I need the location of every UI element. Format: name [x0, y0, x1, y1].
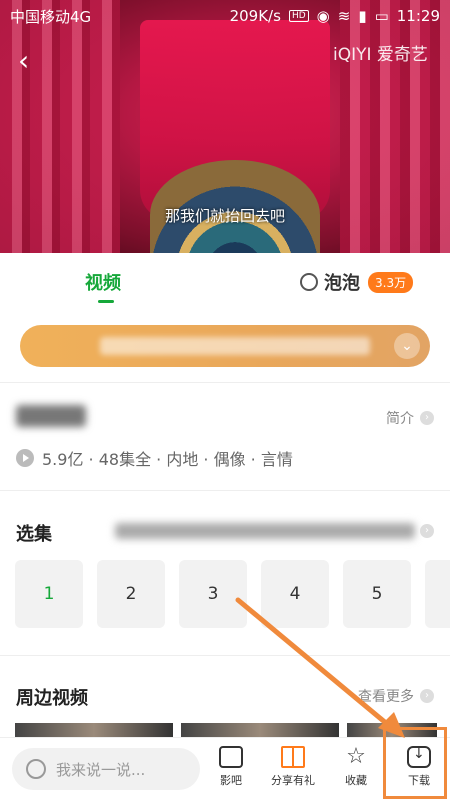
episodes-title: 选集	[16, 524, 52, 545]
favorite-button[interactable]: ☆ 收藏	[325, 746, 387, 788]
view-more-label: 查看更多	[358, 689, 414, 705]
intro-label: 简介	[386, 411, 414, 427]
forum-button[interactable]: 影吧	[200, 746, 262, 788]
brand-logo: iQIYI 爱奇艺	[333, 45, 428, 65]
network-speed: 209K/s	[229, 7, 281, 25]
brand-name: 爱奇艺	[376, 45, 428, 65]
share-button[interactable]: 分享有礼	[262, 746, 324, 788]
comment-placeholder: 我来说一说...	[56, 760, 146, 779]
related-title: 周边视频	[16, 688, 88, 709]
star-icon: ☆	[346, 744, 366, 769]
forum-label: 影吧	[220, 774, 242, 787]
forum-icon	[219, 746, 243, 768]
battery-icon: ▭	[374, 7, 389, 25]
play-count-icon	[16, 449, 34, 467]
chevron-down-icon: ⌄	[394, 333, 420, 359]
clock-time: 11:29	[396, 7, 440, 25]
status-icons: 209K/s HD ◉ ≋ ▮ ▭ 11:29	[230, 7, 440, 25]
chevron-right-icon: ›	[420, 689, 434, 703]
emoji-icon	[26, 759, 46, 779]
vip-promo-banner[interactable]: ⌄	[20, 325, 430, 367]
gift-icon	[281, 746, 305, 768]
episode-item[interactable]: 1	[15, 560, 83, 628]
view-more-link[interactable]: 查看更多 ›	[358, 686, 434, 706]
comment-input[interactable]: 我来说一说...	[12, 748, 200, 790]
show-meta: 5.9亿 · 48集全 · 内地 · 偶像 · 言情	[16, 446, 293, 470]
episode-item-partial[interactable]	[425, 560, 450, 628]
episode-item[interactable]: 3	[179, 560, 247, 628]
chevron-right-icon[interactable]: ›	[420, 524, 434, 538]
tab-video[interactable]: 视频	[85, 269, 121, 295]
promo-text-redacted	[100, 337, 370, 355]
video-player[interactable]: 中国移动4G 209K/s HD ◉ ≋ ▮ ▭ 11:29 ‹ iQIYI 爱…	[0, 0, 450, 253]
hd-icon: HD	[288, 10, 309, 22]
divider	[0, 382, 450, 383]
eye-icon: ◉	[316, 7, 330, 25]
episode-item[interactable]: 5	[343, 560, 411, 628]
episode-list: 1 2 3 4 5	[15, 560, 450, 628]
show-meta-text: 5.9亿 · 48集全 · 内地 · 偶像 · 言情	[42, 450, 293, 469]
favorite-label: 收藏	[345, 774, 367, 787]
tab-active-indicator	[98, 300, 114, 303]
paopao-count-badge: 3.3万	[368, 272, 414, 293]
tab-paopao[interactable]: 泡泡	[300, 269, 360, 295]
carrier-label: 中国移动4G	[10, 7, 92, 26]
bubble-icon	[300, 273, 318, 291]
share-label: 分享有礼	[271, 774, 315, 787]
chevron-right-icon: ›	[420, 411, 434, 425]
show-title-redacted	[16, 405, 86, 427]
divider	[0, 490, 450, 491]
wifi-icon: ≋	[337, 7, 351, 25]
annotation-highlight-box	[383, 727, 447, 799]
divider	[0, 655, 450, 656]
status-bar: 中国移动4G 209K/s HD ◉ ≋ ▮ ▭ 11:29	[0, 0, 450, 32]
signal-icon: ▮	[358, 7, 367, 25]
episode-item[interactable]: 2	[97, 560, 165, 628]
back-icon[interactable]: ‹	[18, 44, 42, 77]
episode-item[interactable]: 4	[261, 560, 329, 628]
intro-link[interactable]: 简介 ›	[386, 408, 434, 428]
episodes-note-redacted	[115, 523, 415, 539]
tab-paopao-label: 泡泡	[324, 273, 360, 294]
video-subtitle: 那我们就抬回去吧	[164, 207, 285, 225]
